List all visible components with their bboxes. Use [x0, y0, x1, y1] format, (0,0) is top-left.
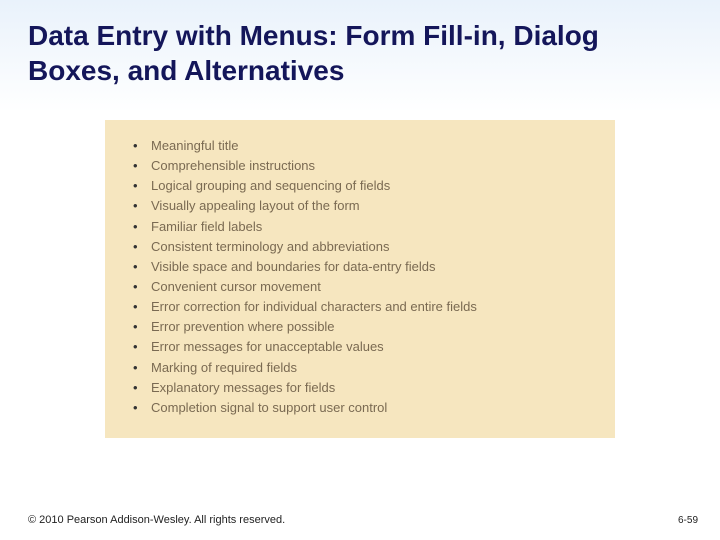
list-item: Error messages for unacceptable values [133, 337, 597, 357]
slide-footer: © 2010 Pearson Addison-Wesley. All right… [0, 514, 720, 526]
content-panel: Meaningful title Comprehensible instruct… [105, 120, 615, 438]
list-item: Marking of required fields [133, 358, 597, 378]
slide-title: Data Entry with Menus: Form Fill-in, Dia… [28, 18, 692, 88]
list-item: Visually appealing layout of the form [133, 196, 597, 216]
list-item: Meaningful title [133, 136, 597, 156]
list-item: Convenient cursor movement [133, 277, 597, 297]
bullet-list: Meaningful title Comprehensible instruct… [133, 136, 597, 418]
copyright-text: © 2010 Pearson Addison-Wesley. All right… [28, 514, 285, 526]
list-item: Completion signal to support user contro… [133, 398, 597, 418]
list-item: Error prevention where possible [133, 317, 597, 337]
list-item: Comprehensible instructions [133, 156, 597, 176]
list-item: Familiar field labels [133, 217, 597, 237]
list-item: Visible space and boundaries for data-en… [133, 257, 597, 277]
list-item: Logical grouping and sequencing of field… [133, 176, 597, 196]
list-item: Error correction for individual characte… [133, 297, 597, 317]
list-item: Consistent terminology and abbreviations [133, 237, 597, 257]
page-number: 6-59 [678, 515, 698, 526]
list-item: Explanatory messages for fields [133, 378, 597, 398]
slide-header: Data Entry with Menus: Form Fill-in, Dia… [0, 0, 720, 112]
